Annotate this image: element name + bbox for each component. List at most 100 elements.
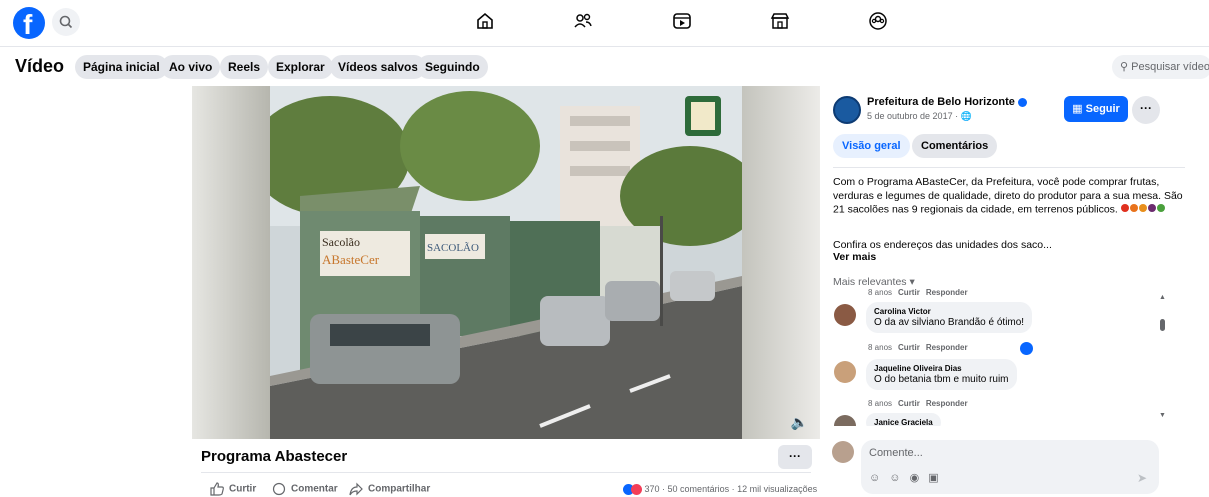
- search-icon: [59, 15, 73, 29]
- svg-text:Sacolão: Sacolão: [322, 235, 360, 249]
- thumbs-up-icon: [210, 482, 224, 496]
- sticker-icon[interactable]: ▣: [928, 472, 938, 484]
- tab-ao-vivo[interactable]: Ao vivo: [161, 55, 221, 79]
- globe-icon: 🌐: [960, 111, 972, 121]
- vegetable-emojis-icon: [1120, 203, 1166, 217]
- post-date[interactable]: 5 de outubro de 2017 · 🌐: [867, 111, 972, 122]
- svg-text:ABasteCer: ABasteCer: [322, 252, 380, 267]
- tab-visao-geral[interactable]: Visão geral: [833, 134, 910, 158]
- comment-reply-link[interactable]: Responder: [926, 399, 968, 408]
- like-label: Curtir: [229, 483, 257, 495]
- like-reaction-icon: [1020, 342, 1033, 355]
- video-thumbnail: Sacolão ABasteCer SACOLÃO: [270, 86, 742, 439]
- comment-text: O da av silviano Brandão é ótimo!: [874, 317, 1025, 328]
- follow-label: Seguir: [1085, 103, 1120, 115]
- nav-home[interactable]: [474, 10, 500, 36]
- send-icon[interactable]: ➤: [1137, 471, 1147, 485]
- comment-author[interactable]: Janice Graciela: [874, 418, 933, 426]
- comment-bubble: Jaqueline Oliveira Dias O do betania tbm…: [866, 359, 1017, 390]
- page-name-link[interactable]: Prefeitura de Belo Horizonte: [867, 96, 1027, 108]
- panel-more-button[interactable]: ···: [1132, 96, 1160, 124]
- comment-button[interactable]: Comentar: [271, 482, 338, 496]
- comment-meta: 8 anos Curtir Responder: [868, 399, 968, 408]
- panel-divider: [833, 167, 1185, 168]
- comments-list: 8 anos Curtir Responder Carolina Victor O …: [820, 288, 1175, 426]
- search-icon: ⚲: [1120, 61, 1129, 73]
- post-stats[interactable]: 370 · 50 comentários · 12 mil visualizaç…: [623, 484, 818, 496]
- tab-pagina-inicial[interactable]: Página inicial: [75, 55, 168, 79]
- scroll-thumb[interactable]: [1160, 319, 1165, 331]
- comment-meta: 8 anos Curtir Responder: [868, 343, 968, 352]
- scroll-up-arrow-icon[interactable]: ▲: [1159, 294, 1166, 301]
- follow-button[interactable]: ▦ Seguir: [1064, 96, 1128, 122]
- volume-icon[interactable]: 🔈: [791, 414, 808, 431]
- emoji-icon[interactable]: ☺: [889, 472, 900, 484]
- scroll-down-arrow-icon[interactable]: ▼: [1159, 412, 1166, 419]
- comment-like-link[interactable]: Curtir: [898, 399, 920, 408]
- search-button[interactable]: [52, 8, 80, 36]
- description-address-line: Confira os endereços das unidades dos sa…: [833, 239, 1052, 251]
- tab-videos-salvos[interactable]: Vídeos salvos: [330, 55, 427, 79]
- video-section-header: Vídeo Página inicial Ao vivo Reels Explo…: [0, 46, 1209, 86]
- comments-scrollbar[interactable]: ▲ ▼: [1159, 294, 1167, 424]
- post-description: Com o Programa ABasteCer, da Prefeitura,…: [833, 176, 1185, 217]
- avatar[interactable]: [834, 304, 856, 326]
- page-name: Prefeitura de Belo Horizonte: [867, 96, 1015, 108]
- tab-reels[interactable]: Reels: [220, 55, 269, 79]
- facebook-video-page: f Vídeo Página inicial Ao vivo Reels Exp…: [0, 0, 1209, 497]
- avatar[interactable]: [832, 441, 854, 463]
- share-label: Compartilhar: [368, 483, 431, 495]
- video-search-placeholder: Pesquisar vídeo: [1131, 61, 1209, 73]
- comment-reply-link[interactable]: Responder: [926, 343, 968, 352]
- comments-views-count: · 50 comentários · 12 mil visualizações: [659, 484, 818, 494]
- video-player[interactable]: Sacolão ABasteCer SACOLÃO 🔈: [192, 86, 820, 439]
- comment-sort-dropdown[interactable]: Mais relevantes ▾: [833, 276, 915, 288]
- avatar[interactable]: [834, 415, 856, 426]
- comment-composer[interactable]: Comente... ☺ ☺ ◉ ▣ ➤: [861, 440, 1159, 494]
- tab-explorar[interactable]: Explorar: [268, 55, 333, 79]
- comment-author[interactable]: Jaqueline Oliveira Dias: [874, 364, 1009, 373]
- post-details-panel: Prefeitura de Belo Horizonte 5 de outubr…: [820, 86, 1209, 497]
- video-icon: [673, 13, 691, 29]
- post-more-button[interactable]: ···: [778, 445, 812, 469]
- share-button[interactable]: Compartilhar: [348, 482, 430, 496]
- video-frame[interactable]: Sacolão ABasteCer SACOLÃO: [270, 86, 742, 439]
- video-search-input[interactable]: ⚲ Pesquisar vídeo: [1112, 55, 1209, 79]
- comment-like-link[interactable]: Curtir: [898, 288, 920, 297]
- nav-friends[interactable]: [572, 10, 598, 36]
- avatar[interactable]: [834, 361, 856, 383]
- verified-badge-icon: [1017, 97, 1027, 107]
- facebook-logo-icon[interactable]: f: [13, 7, 45, 40]
- tab-seguindo[interactable]: Seguindo: [417, 55, 488, 79]
- avatar-sticker-icon[interactable]: ☺: [869, 472, 880, 484]
- groups-icon: [869, 12, 887, 30]
- like-button[interactable]: Curtir: [209, 482, 256, 496]
- comment-icon: [272, 482, 286, 496]
- page-avatar[interactable]: [833, 96, 861, 124]
- comment-text: O do betania tbm e muito ruim: [874, 374, 1009, 385]
- share-icon: [349, 482, 363, 496]
- comment-like-link[interactable]: Curtir: [898, 343, 920, 352]
- comment-bubble: Janice Graciela: [866, 413, 941, 426]
- comment-input[interactable]: Comente...: [869, 447, 923, 459]
- friends-icon: [574, 13, 592, 28]
- nav-groups[interactable]: [867, 10, 893, 36]
- see-more-link[interactable]: Ver mais: [833, 251, 876, 263]
- reaction-count: 370: [644, 484, 660, 494]
- comment-reply-link[interactable]: Responder: [926, 288, 968, 297]
- section-title: Vídeo: [15, 56, 65, 76]
- gif-icon[interactable]: ◉: [910, 472, 920, 484]
- comment-bubble: Carolina Victor O da av silviano Brandão…: [866, 302, 1033, 333]
- love-reaction-icon: [631, 484, 642, 496]
- video-blur-left: [192, 86, 270, 439]
- post-date-text: 5 de outubro de 2017 ·: [867, 111, 959, 121]
- composer-toolbar: ☺ ☺ ◉ ▣: [869, 471, 945, 484]
- nav-marketplace[interactable]: [769, 10, 795, 36]
- tab-comentarios[interactable]: Comentários: [912, 134, 998, 158]
- top-navigation-bar: f: [0, 0, 1209, 46]
- comment-meta: 8 anos Curtir Responder: [868, 288, 968, 297]
- nav-video[interactable]: [671, 10, 697, 36]
- home-icon: [477, 12, 493, 29]
- divider: [201, 472, 811, 473]
- comment-author[interactable]: Carolina Victor: [874, 307, 1024, 316]
